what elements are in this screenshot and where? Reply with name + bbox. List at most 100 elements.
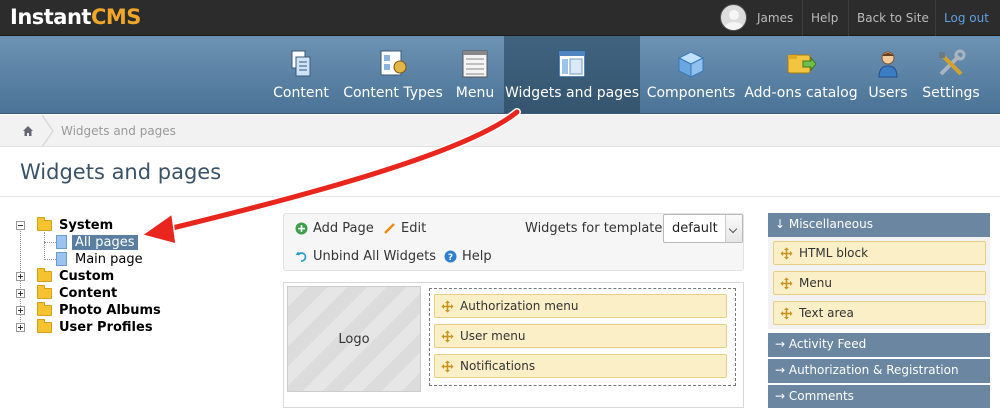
svg-text:?: ?	[448, 253, 453, 263]
tree-label-all-pages: All pages	[72, 235, 138, 250]
chevron-down-icon	[725, 215, 742, 242]
widget-group-miscellaneous[interactable]: ↓ Miscellaneous	[768, 213, 990, 237]
collapse-icon[interactable]	[16, 221, 25, 230]
nav-users-label: Users	[868, 85, 908, 101]
folder-icon	[37, 268, 52, 282]
help-icon: ?	[444, 250, 457, 263]
template-select[interactable]: default	[663, 214, 743, 243]
nav-addons[interactable]: Add-ons catalog	[744, 36, 858, 113]
nav-content-types[interactable]: Content Types	[342, 36, 444, 113]
logo-text-cms: CMS	[90, 5, 141, 29]
title-divider	[0, 196, 1000, 197]
users-icon	[878, 51, 898, 78]
settings-icon	[939, 49, 966, 76]
avatar[interactable]	[720, 4, 747, 31]
components-icon	[677, 51, 705, 78]
folder-icon	[37, 285, 52, 299]
help-label: Help	[462, 249, 492, 264]
nav-addons-label: Add-ons catalog	[744, 85, 858, 101]
nav-widgets-label: Widgets and pages	[504, 85, 640, 101]
back-to-site-link[interactable]: Back to Site	[848, 0, 937, 36]
menu-icon	[462, 50, 488, 78]
widget-group-comments[interactable]: → Comments	[768, 385, 990, 408]
nav-settings[interactable]: Settings	[920, 36, 982, 113]
nav-menu-label: Menu	[455, 85, 495, 101]
group-label: → Comments	[775, 389, 854, 403]
page-icon	[56, 252, 67, 266]
widget-label: Notifications	[460, 359, 536, 373]
widget-slot-header[interactable]: Authorization menu User menu Notificatio…	[429, 288, 736, 386]
expand-icon[interactable]	[16, 306, 25, 315]
widget-label: Text area	[799, 306, 854, 320]
app-logo[interactable]: InstantCMS	[10, 5, 141, 29]
move-icon[interactable]	[780, 247, 793, 260]
edit-label: Edit	[401, 221, 427, 236]
move-icon[interactable]	[780, 277, 793, 290]
nav-components-label: Components	[646, 85, 736, 101]
logo-cell: Logo	[287, 286, 421, 392]
nav-users[interactable]: Users	[866, 36, 910, 113]
widget-label: Authorization menu	[460, 299, 579, 313]
group-label: → Authorization & Registration	[775, 363, 959, 377]
page-icon	[56, 235, 67, 249]
pencil-icon	[384, 223, 395, 234]
widget-text-area[interactable]: Text area	[773, 301, 986, 325]
widget-group-activity-feed[interactable]: → Activity Feed	[768, 333, 990, 357]
content-types-icon	[380, 50, 407, 76]
folder-icon	[37, 319, 52, 333]
home-icon[interactable]	[22, 125, 34, 137]
tree-label-user-profiles: User Profiles	[59, 320, 153, 335]
add-icon	[295, 222, 308, 235]
top-bar: InstantCMS James Help Back to Site Log o…	[0, 0, 1000, 36]
widget-user-menu[interactable]: User menu	[434, 324, 727, 348]
nav-content-label: Content	[273, 85, 329, 101]
logout-link[interactable]: Log out	[935, 0, 997, 36]
logo-cell-label: Logo	[338, 332, 370, 347]
tree-label-photo-albums: Photo Albums	[59, 303, 161, 318]
folder-icon	[37, 302, 52, 316]
widget-authorization-menu[interactable]: Authorization menu	[434, 294, 727, 318]
breadcrumb-separator-icon	[42, 115, 54, 147]
widgets-icon	[558, 50, 586, 78]
nav-content-types-label: Content Types	[343, 85, 443, 101]
tree-label-content: Content	[59, 286, 118, 301]
nav-settings-label: Settings	[922, 85, 980, 101]
nav-components[interactable]: Components	[646, 36, 736, 113]
addons-icon	[787, 54, 817, 74]
logo-text-instant: Instant	[10, 5, 91, 29]
widget-label: Menu	[799, 276, 832, 290]
folder-icon	[37, 217, 52, 231]
group-label: ↓ Miscellaneous	[775, 217, 873, 231]
breadcrumb: Widgets and pages	[0, 115, 1000, 147]
move-icon[interactable]	[441, 300, 454, 313]
tree-label-main-page: Main page	[75, 252, 143, 267]
widget-group-miscellaneous-body: HTML block Menu Text area	[768, 237, 990, 329]
expand-icon[interactable]	[16, 323, 25, 332]
content-icon	[291, 50, 311, 77]
help-link[interactable]: Help	[802, 0, 846, 36]
widgets-toolbar: Add Page Edit Unbind All Widgets ? Help …	[283, 213, 744, 271]
nav-content[interactable]: Content	[267, 36, 335, 113]
move-icon[interactable]	[780, 307, 793, 320]
widget-label: User menu	[460, 329, 526, 343]
page-title: Widgets and pages	[20, 160, 222, 184]
tree-line	[44, 242, 56, 243]
widget-html-block[interactable]: HTML block	[773, 241, 986, 265]
move-icon[interactable]	[441, 330, 454, 343]
undo-icon	[295, 251, 307, 262]
tree-line	[44, 259, 56, 260]
nav-widgets[interactable]: Widgets and pages	[504, 36, 640, 113]
widget-group-authorization[interactable]: → Authorization & Registration	[768, 359, 990, 383]
expand-icon[interactable]	[16, 272, 25, 281]
tree-label-custom: Custom	[59, 269, 115, 284]
widget-menu[interactable]: Menu	[773, 271, 986, 295]
username-link[interactable]: James	[749, 0, 801, 36]
widget-notifications[interactable]: Notifications	[434, 354, 727, 378]
unbind-label: Unbind All Widgets	[313, 249, 437, 264]
tree-line	[44, 232, 45, 260]
nav-menu[interactable]: Menu	[452, 36, 498, 113]
widget-label: HTML block	[799, 246, 869, 260]
move-icon[interactable]	[441, 360, 454, 373]
template-value: default	[672, 221, 718, 236]
expand-icon[interactable]	[16, 289, 25, 298]
